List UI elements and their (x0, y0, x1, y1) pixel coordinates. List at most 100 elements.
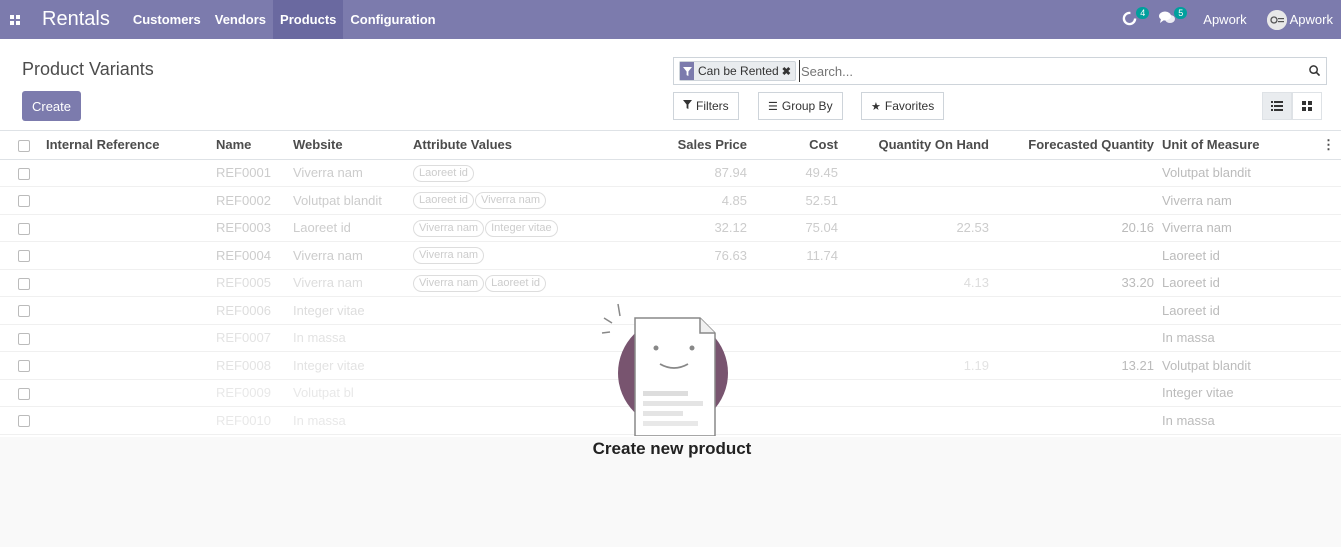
cell-forecasted-quantity (993, 186, 1158, 215)
cell-empty (1316, 351, 1341, 380)
messages-icon[interactable]: 5 (1159, 7, 1188, 28)
select-all-checkbox[interactable] (0, 131, 42, 160)
attribute-tag: Viverra nam (413, 219, 485, 237)
col-unit-of-measure[interactable]: Unit of Measure (1158, 131, 1316, 160)
company-switcher[interactable]: Apwork (1203, 12, 1246, 27)
menu-configuration[interactable]: Configuration (343, 0, 442, 39)
cell-unit-of-measure: Volutpat blandit (1158, 351, 1316, 380)
cell-forecasted-quantity: 33.20 (993, 269, 1158, 297)
remove-facet-icon[interactable]: ✖ (782, 65, 795, 78)
cell-sales-price: 32.12 (634, 214, 751, 242)
top-navbar: Rentals Customers Vendors Products Confi… (0, 0, 1341, 39)
filter-icon (680, 62, 694, 80)
cell-quantity-on-hand: 22.53 (842, 214, 993, 242)
cell-name: REF0007 (212, 324, 289, 352)
cell-cost: 75.04 (751, 214, 842, 242)
col-sales-price[interactable]: Sales Price (634, 131, 751, 160)
kanban-view-icon[interactable] (1292, 92, 1322, 120)
cell-unit-of-measure: Laoreet id (1158, 296, 1316, 325)
cell-name: REF0009 (212, 379, 289, 407)
cell-sales-price: 87.94 (634, 159, 751, 187)
cell-quantity-on-hand (842, 296, 993, 325)
list-view-icon[interactable] (1262, 92, 1292, 120)
col-attribute-values[interactable]: Attribute Values (409, 131, 634, 160)
cell-forecasted-quantity (993, 406, 1158, 435)
cell-empty (1316, 186, 1341, 215)
search-input[interactable] (798, 60, 1302, 82)
cell-name: REF0005 (212, 269, 289, 297)
cell-attribute-values: Viverra nam Laoreet id (409, 269, 634, 297)
cell-quantity-on-hand (842, 186, 993, 215)
cell-name: REF0010 (212, 406, 289, 435)
cell-quantity-on-hand (842, 159, 993, 187)
cell-cost: 11.74 (751, 241, 842, 270)
col-name[interactable]: Name (212, 131, 289, 160)
col-website[interactable]: Website (289, 131, 409, 160)
row-checkbox[interactable] (0, 241, 42, 270)
activity-icon[interactable]: 4 (1122, 6, 1150, 29)
cell-quantity-on-hand (842, 406, 993, 435)
row-checkbox[interactable] (0, 159, 42, 187)
empty-helper: Create new product (560, 296, 784, 466)
table-row[interactable]: REF0003 Laoreet id Viverra nam Integer vita… (0, 214, 1341, 242)
favorites-button[interactable]: ★ Favorites (861, 92, 945, 120)
row-checkbox[interactable] (0, 406, 42, 435)
cell-internal-reference (42, 214, 212, 242)
menu-products[interactable]: Products (273, 0, 344, 39)
groupby-button[interactable]: ☰ Group By (758, 92, 843, 120)
messages-badge: 5 (1174, 7, 1188, 19)
attribute-tag: Integer vitae (485, 219, 558, 237)
attribute-tag: Viverra nam (413, 247, 485, 265)
row-checkbox[interactable] (0, 296, 42, 325)
col-quantity-on-hand[interactable]: Quantity On Hand (842, 131, 993, 160)
cell-website: Integer vitae (289, 296, 409, 325)
table-row[interactable]: REF0004 Viverra nam Viverra nam 76.63 11.74 L… (0, 241, 1341, 270)
cell-internal-reference (42, 269, 212, 297)
cell-forecasted-quantity (993, 379, 1158, 407)
row-checkbox[interactable] (0, 269, 42, 297)
search-icon[interactable] (1302, 64, 1326, 79)
cell-quantity-on-hand: 4.13 (842, 269, 993, 297)
app-brand[interactable]: Rentals (30, 8, 126, 31)
col-forecasted-quantity[interactable]: Forecasted Quantity (993, 131, 1158, 160)
cell-empty (1316, 296, 1341, 325)
cell-empty (1316, 159, 1341, 187)
view-switcher (1262, 92, 1322, 120)
row-checkbox[interactable] (0, 186, 42, 215)
cell-internal-reference (42, 241, 212, 270)
row-checkbox[interactable] (0, 324, 42, 352)
row-checkbox[interactable] (0, 379, 42, 407)
col-internal-reference[interactable]: Internal Reference (42, 131, 212, 160)
cell-name: REF0003 (212, 214, 289, 242)
cell-sales-price (634, 269, 751, 297)
cell-website: Viverra nam (289, 159, 409, 187)
cell-internal-reference (42, 379, 212, 407)
user-menu[interactable]: Apwork (1266, 9, 1333, 30)
table-row[interactable]: REF0005 Viverra nam Viverra nam Laoreet id 4… (0, 269, 1341, 297)
filters-button[interactable]: Filters (673, 92, 739, 120)
cell-website: Integer vitae (289, 351, 409, 380)
cell-unit-of-measure: Laoreet id (1158, 241, 1316, 270)
row-checkbox[interactable] (0, 351, 42, 380)
table-row[interactable]: REF0002 Volutpat blandit Laoreet id Viverra… (0, 186, 1341, 215)
avatar (1266, 9, 1287, 30)
cell-forecasted-quantity (993, 296, 1158, 325)
cell-forecasted-quantity (993, 241, 1158, 270)
table-row[interactable]: REF0001 Viverra nam Laoreet id 87.94 49.45 Vo… (0, 159, 1341, 187)
cell-unit-of-measure: In massa (1158, 406, 1316, 435)
row-checkbox[interactable] (0, 214, 42, 242)
empty-helper-title: Create new product (592, 439, 752, 458)
create-button[interactable]: Create (22, 91, 81, 121)
cell-empty (1316, 269, 1341, 297)
cell-website: In massa (289, 324, 409, 352)
cell-empty (1316, 214, 1341, 242)
optional-columns-icon[interactable]: ⋮ (1316, 131, 1341, 160)
apps-menu-icon[interactable] (0, 0, 30, 39)
cell-website: Volutpat bl (289, 379, 409, 407)
cell-website: Laoreet id (289, 214, 409, 242)
menu-customers[interactable]: Customers (126, 0, 208, 39)
attribute-tag: Laoreet id (413, 164, 474, 182)
menu-vendors[interactable]: Vendors (208, 0, 273, 39)
user-name: Apwork (1289, 12, 1333, 27)
col-cost[interactable]: Cost (751, 131, 842, 160)
